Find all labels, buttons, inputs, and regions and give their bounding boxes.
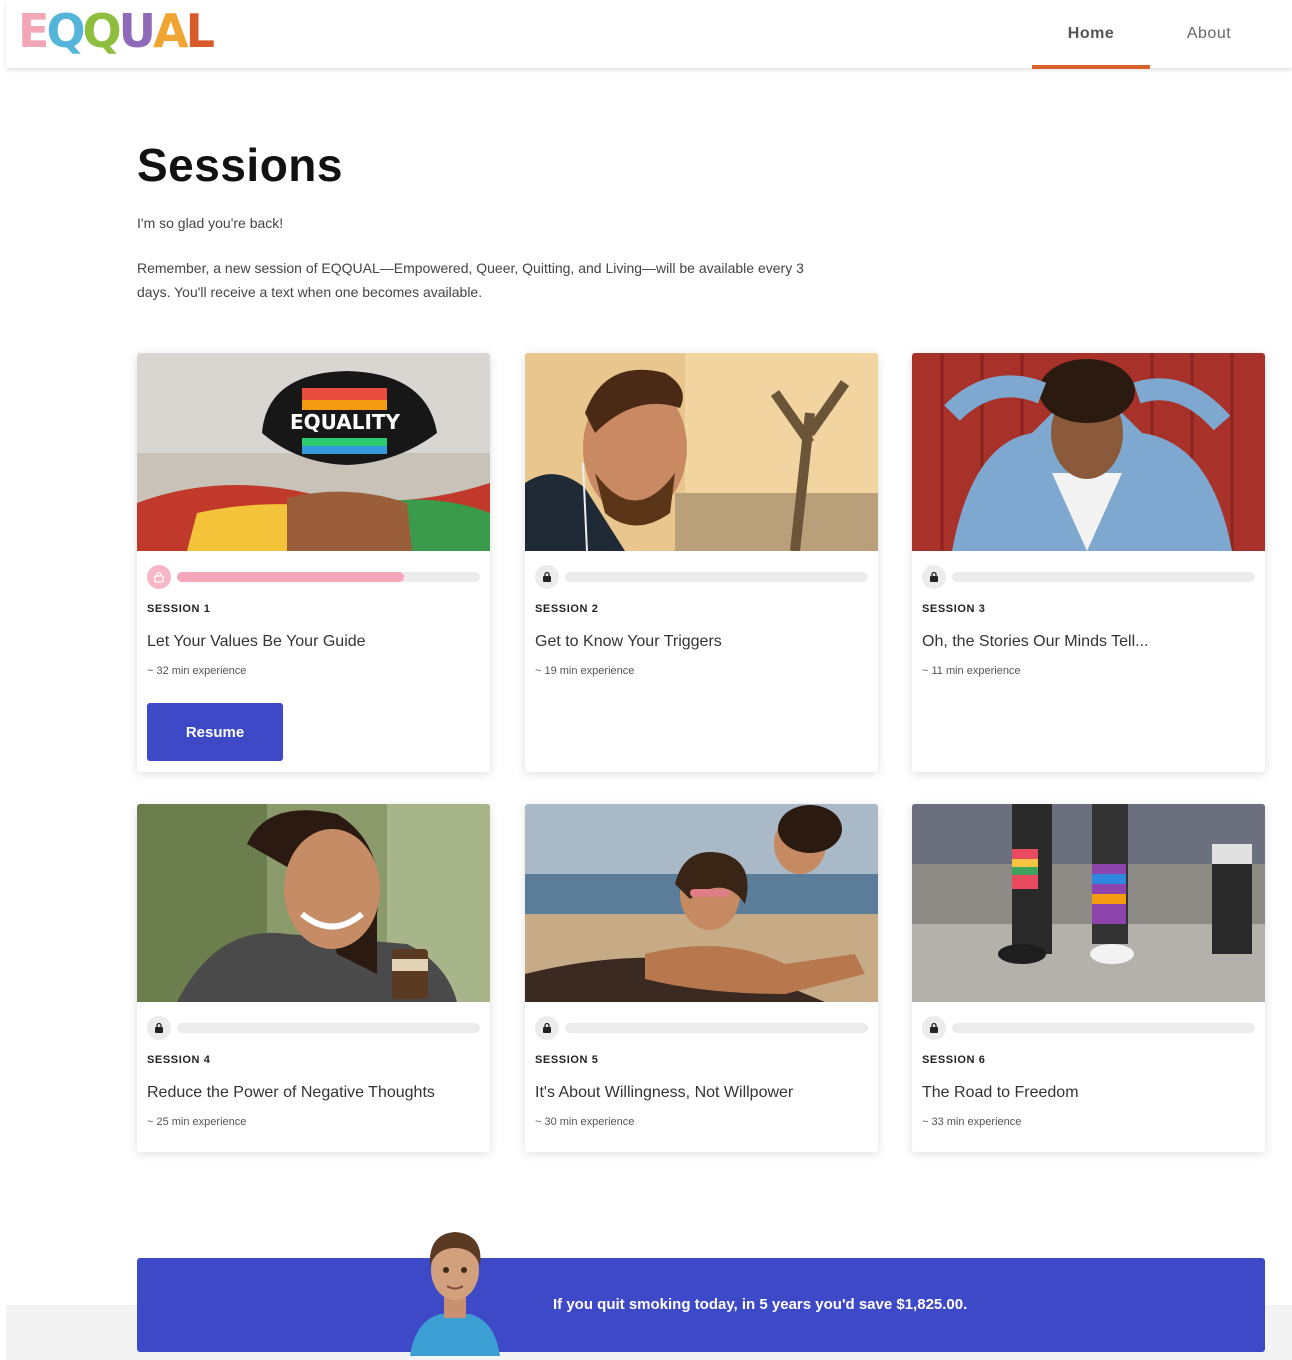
intro-description: Remember, a new session of EQQUAL—Empowe… (137, 260, 804, 300)
session-duration: ~ 25 min experience (147, 1116, 247, 1128)
session-progress-bar (177, 572, 480, 582)
session-title[interactable]: Oh, the Stories Our Minds Tell... (922, 633, 1148, 651)
session-number: SESSION 2 (535, 603, 599, 615)
lock-icon (922, 565, 946, 589)
eqqual-logo[interactable]: E Q Q U A L (18, 4, 215, 58)
nav-about-link[interactable]: About (1150, 0, 1268, 68)
session-card[interactable]: SESSION 3 Oh, the Stories Our Minds Tell… (912, 353, 1265, 772)
savings-banner: If you quit smoking today, in 5 years yo… (137, 1258, 1265, 1352)
logo-letter: Q (82, 4, 122, 58)
logo-letter: E (18, 4, 49, 58)
session-progress-bar (177, 1023, 480, 1033)
session-card[interactable]: SESSION 5 It's About Willingness, Not Wi… (525, 804, 878, 1152)
session-duration: ~ 30 min experience (535, 1116, 635, 1128)
resume-button[interactable]: Resume (147, 703, 283, 761)
savings-message: If you quit smoking today, in 5 years yo… (553, 1296, 968, 1313)
session-image (912, 353, 1265, 551)
greeting-text: I'm so glad you're back! (137, 215, 284, 231)
session-progress-bar (565, 572, 868, 582)
session-title[interactable]: It's About Willingness, Not Willpower (535, 1084, 793, 1102)
session-number: SESSION 6 (922, 1054, 986, 1066)
lock-icon (922, 1016, 946, 1040)
session-card[interactable]: SESSION 4 Reduce the Power of Negative T… (137, 804, 490, 1152)
session-number: SESSION 4 (147, 1054, 211, 1066)
session-progress-bar (952, 1023, 1255, 1033)
session-card[interactable]: EQUALITY SESSION 1 Let Your Values Be Yo… (137, 353, 490, 772)
session-card[interactable]: SESSION 6 The Road to Freedom ~ 33 min e… (912, 804, 1265, 1152)
logo-letter: A (153, 4, 189, 58)
session-duration: ~ 11 min experience (922, 665, 1021, 677)
nav-home-link[interactable]: Home (1032, 0, 1150, 69)
svg-text:EQUALITY: EQUALITY (290, 410, 401, 434)
logo-letter: Q (46, 4, 85, 58)
session-number: SESSION 1 (147, 603, 211, 615)
session-image (912, 804, 1265, 1002)
session-progress-bar (952, 572, 1255, 582)
logo-letter: U (118, 4, 156, 58)
lock-icon (147, 1016, 171, 1040)
session-image (525, 804, 878, 1002)
session-number: SESSION 3 (922, 603, 986, 615)
session-card[interactable]: SESSION 2 Get to Know Your Triggers ~ 19… (525, 353, 878, 772)
session-image (525, 353, 878, 551)
lock-icon (535, 565, 559, 589)
session-image: EQUALITY (137, 353, 490, 551)
top-header: E Q Q U A L Home About (6, 0, 1292, 69)
main-nav: Home About (1032, 0, 1292, 69)
session-duration: ~ 33 min experience (922, 1116, 1022, 1128)
session-progress-bar (565, 1023, 868, 1033)
session-title[interactable]: Reduce the Power of Negative Thoughts (147, 1084, 435, 1102)
lock-icon (535, 1016, 559, 1040)
session-title[interactable]: The Road to Freedom (922, 1084, 1079, 1102)
progress-fill (177, 572, 405, 582)
session-duration: ~ 19 min experience (535, 665, 635, 677)
logo-letter: L (185, 4, 215, 58)
coach-avatar (400, 1226, 510, 1356)
session-number: SESSION 5 (535, 1054, 599, 1066)
session-title[interactable]: Get to Know Your Triggers (535, 633, 722, 651)
session-duration: ~ 32 min experience (147, 665, 247, 677)
unlock-icon (147, 565, 171, 589)
page-title: Sessions (137, 139, 343, 191)
session-image (137, 804, 490, 1002)
session-title[interactable]: Let Your Values Be Your Guide (147, 633, 366, 651)
